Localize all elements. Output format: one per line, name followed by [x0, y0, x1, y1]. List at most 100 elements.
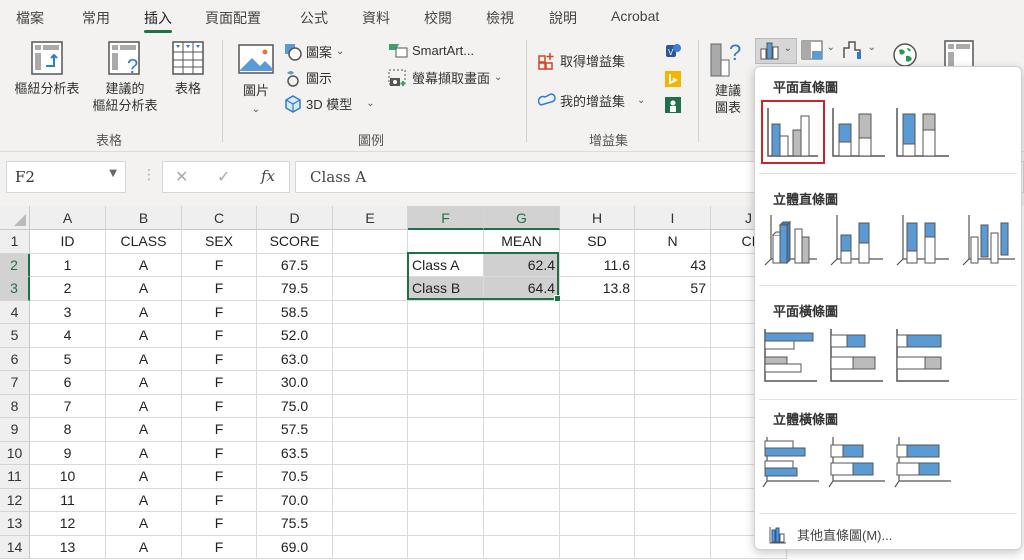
row-header[interactable]: 4	[0, 300, 30, 324]
name-box[interactable]: F2 ▼	[6, 161, 126, 193]
stacked-bar-option[interactable]	[827, 325, 887, 382]
cell-e1[interactable]	[333, 230, 408, 254]
column-header-f[interactable]: F	[408, 206, 484, 230]
tab-data[interactable]: 資料	[362, 8, 390, 28]
cell-b4[interactable]: A	[106, 300, 182, 324]
cell-b3[interactable]: A	[106, 277, 182, 301]
cell-h10[interactable]	[560, 441, 635, 465]
cell-a6[interactable]: 5	[30, 347, 106, 371]
cell-a3[interactable]: 2	[30, 277, 106, 301]
cell-g6[interactable]	[484, 347, 560, 371]
cell-d11[interactable]: 70.5	[257, 465, 333, 489]
cell-e4[interactable]	[333, 300, 408, 324]
cell-b9[interactable]: A	[106, 418, 182, 442]
cell-b7[interactable]: A	[106, 371, 182, 395]
cell-e13[interactable]	[333, 512, 408, 536]
cell-f6[interactable]	[408, 347, 484, 371]
cell-i12[interactable]	[635, 488, 711, 512]
cell-a7[interactable]: 6	[30, 371, 106, 395]
column-header-d[interactable]: D	[257, 206, 333, 230]
cell-b12[interactable]: A	[106, 488, 182, 512]
clustered-column-option[interactable]	[761, 100, 825, 164]
cell-h7[interactable]	[560, 371, 635, 395]
cell-c14[interactable]: F	[182, 535, 257, 559]
row-header[interactable]: 5	[0, 324, 30, 348]
tab-insert[interactable]: 插入	[144, 8, 172, 33]
cell-g7[interactable]	[484, 371, 560, 395]
bing-maps-icon[interactable]	[664, 70, 682, 88]
cell-b8[interactable]: A	[106, 394, 182, 418]
3d-column-option[interactable]	[959, 211, 1019, 267]
cell-i2[interactable]: 43	[635, 253, 711, 277]
cell-c13[interactable]: F	[182, 512, 257, 536]
cell-a5[interactable]: 4	[30, 324, 106, 348]
clustered-bar-option[interactable]	[761, 325, 821, 382]
cell-b5[interactable]: A	[106, 324, 182, 348]
cell-e7[interactable]	[333, 371, 408, 395]
cell-i6[interactable]	[635, 347, 711, 371]
cell-i8[interactable]	[635, 394, 711, 418]
cell-c1[interactable]: SEX	[182, 230, 257, 254]
column-header-b[interactable]: B	[106, 206, 182, 230]
row-header[interactable]: 11	[0, 465, 30, 489]
cell-d8[interactable]: 75.0	[257, 394, 333, 418]
cell-a11[interactable]: 10	[30, 465, 106, 489]
stacked-column-option[interactable]	[829, 102, 889, 158]
tab-page-layout[interactable]: 頁面配置	[205, 8, 261, 28]
cell-h8[interactable]	[560, 394, 635, 418]
cell-a9[interactable]: 8	[30, 418, 106, 442]
cell-i11[interactable]	[635, 465, 711, 489]
3d-100-stacked-bar-option[interactable]	[893, 433, 953, 489]
cell-g8[interactable]	[484, 394, 560, 418]
cell-e3[interactable]	[333, 277, 408, 301]
cell-g14[interactable]	[484, 535, 560, 559]
3d-stacked-column-option[interactable]	[827, 211, 887, 267]
cell-d5[interactable]: 52.0	[257, 324, 333, 348]
pictures-button[interactable]: 圖片 ⌄	[236, 44, 276, 118]
cell-c5[interactable]: F	[182, 324, 257, 348]
cell-f4[interactable]	[408, 300, 484, 324]
cell-g1[interactable]: MEAN	[484, 230, 560, 254]
cell-a13[interactable]: 12	[30, 512, 106, 536]
cell-h11[interactable]	[560, 465, 635, 489]
cell-i9[interactable]	[635, 418, 711, 442]
cell-i10[interactable]	[635, 441, 711, 465]
row-header[interactable]: 6	[0, 347, 30, 371]
cell-b10[interactable]: A	[106, 441, 182, 465]
tab-acrobat[interactable]: Acrobat	[611, 8, 659, 24]
cell-e5[interactable]	[333, 324, 408, 348]
cell-c8[interactable]: F	[182, 394, 257, 418]
cell-e8[interactable]	[333, 394, 408, 418]
visio-icon[interactable]: V	[664, 42, 682, 60]
row-header[interactable]: 3	[0, 277, 30, 301]
row-header[interactable]: 13	[0, 512, 30, 536]
name-box-dropdown-icon[interactable]: ▼	[109, 168, 117, 179]
row-header[interactable]: 14	[0, 535, 30, 559]
recommended-pivot-button[interactable]: ? 建議的 樞紐分析表	[86, 40, 164, 114]
cell-e10[interactable]	[333, 441, 408, 465]
cell-g2[interactable]: 62.4	[484, 253, 560, 277]
100-stacked-bar-option[interactable]	[893, 325, 953, 382]
cell-i5[interactable]	[635, 324, 711, 348]
cell-d6[interactable]: 63.0	[257, 347, 333, 371]
cell-b11[interactable]: A	[106, 465, 182, 489]
cell-h13[interactable]	[560, 512, 635, 536]
tab-file[interactable]: 檔案	[16, 8, 44, 28]
cell-f14[interactable]	[408, 535, 484, 559]
cell-h6[interactable]	[560, 347, 635, 371]
cell-c10[interactable]: F	[182, 441, 257, 465]
cell-d2[interactable]: 67.5	[257, 253, 333, 277]
cell-h14[interactable]	[560, 535, 635, 559]
more-column-charts-button[interactable]: 其他直條圖(M)...	[769, 525, 892, 544]
cell-h1[interactable]: SD	[560, 230, 635, 254]
cell-d10[interactable]: 63.5	[257, 441, 333, 465]
column-header-a[interactable]: A	[30, 206, 106, 230]
tab-help[interactable]: 說明	[549, 8, 577, 28]
cell-e11[interactable]	[333, 465, 408, 489]
cell-i7[interactable]	[635, 371, 711, 395]
cell-h4[interactable]	[560, 300, 635, 324]
cell-c2[interactable]: F	[182, 253, 257, 277]
cell-d1[interactable]: SCORE	[257, 230, 333, 254]
column-header-g[interactable]: G	[484, 206, 560, 230]
table-button[interactable]: 表格	[166, 40, 210, 97]
